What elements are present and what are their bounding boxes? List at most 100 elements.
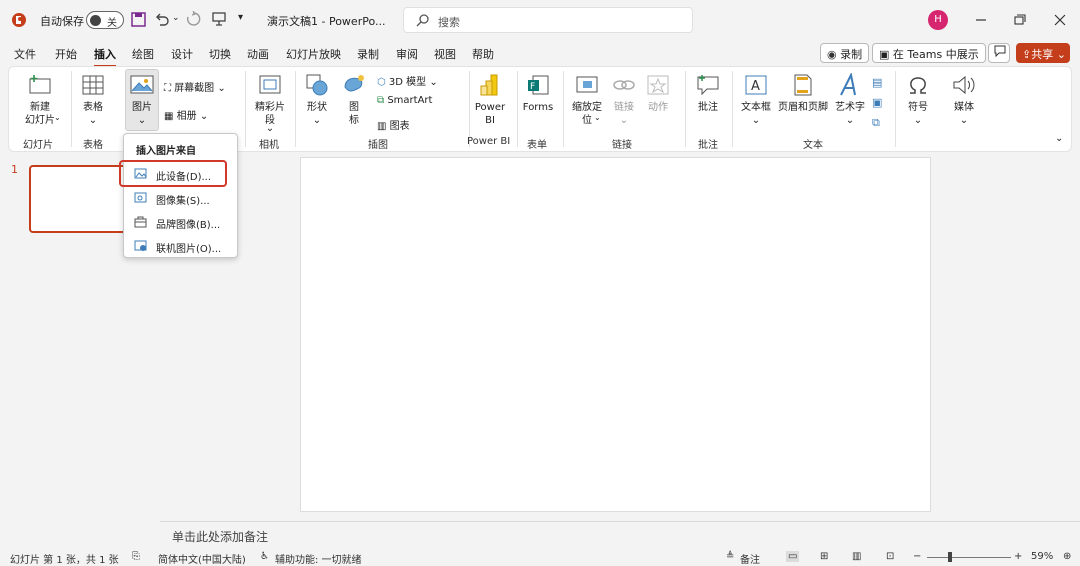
share-button[interactable]: ⇪共享 ⌄ [1016, 43, 1070, 63]
fit-to-window-icon[interactable]: ⊕ [1063, 551, 1071, 562]
media-button[interactable]: 媒体 ⌄ [949, 73, 979, 127]
teams-present-button[interactable]: ▣ 在 Teams 中展示 [872, 43, 986, 63]
tab-transitions[interactable]: 切换 [209, 46, 231, 62]
autosave-label: 自动保存 [40, 15, 84, 28]
action-button[interactable]: 动作 [645, 73, 671, 114]
forms-icon: F [528, 75, 549, 95]
normal-view-icon[interactable]: ▭ [786, 551, 800, 562]
smartart-button[interactable]: ⧉ SmartArt [377, 95, 432, 106]
zoom-in-icon[interactable]: + [1014, 551, 1022, 562]
forms-button[interactable]: F Forms [521, 73, 555, 114]
search-box[interactable]: 搜索 [403, 7, 693, 33]
tab-file[interactable]: 文件 [14, 46, 36, 62]
chart-button[interactable]: ▥ 图表 [377, 117, 410, 132]
date-time-icon[interactable]: ▤ [872, 73, 882, 93]
customize-toolbar-icon[interactable]: ▾ [238, 12, 243, 23]
object-icon[interactable]: ⧉ [872, 113, 882, 133]
zoom-level[interactable]: 59% [1031, 551, 1053, 562]
comment-label: 批注 [698, 102, 718, 113]
symbol-button[interactable]: 符号 ⌄ [903, 73, 933, 127]
slideshow-icon[interactable]: ⊡ [886, 551, 894, 562]
header-footer-icon [794, 74, 812, 96]
smartart-icon: ⧉ [377, 95, 388, 106]
screenshot-button[interactable]: ⛶ 屏幕截图 ⌄ [164, 79, 226, 94]
add-comment-icon [697, 75, 719, 96]
album-label: 相册 [176, 111, 197, 122]
album-button[interactable]: ▦ 相册 ⌄ [164, 107, 208, 122]
avatar[interactable]: H [928, 10, 948, 30]
tab-animations[interactable]: 动画 [247, 46, 269, 62]
presentation-icon[interactable] [211, 11, 227, 27]
tab-view[interactable]: 视图 [434, 46, 456, 62]
zoom-dropdown-icon[interactable]: ⌄ [594, 113, 601, 122]
tab-draw[interactable]: 绘图 [132, 46, 154, 62]
menu-item-online-pictures[interactable]: 联机图片(O)... [128, 235, 234, 257]
wordart-button[interactable]: 艺术字 ⌄ [833, 71, 867, 127]
restore-icon[interactable] [1011, 12, 1027, 28]
comment-button[interactable]: 批注 [692, 73, 724, 114]
redo-icon[interactable] [185, 11, 201, 27]
save-icon[interactable] [131, 12, 146, 27]
close-icon[interactable] [1052, 12, 1068, 28]
textbox-dropdown-icon: ⌄ [751, 115, 761, 126]
tab-review[interactable]: 审阅 [396, 46, 418, 62]
cameo-button[interactable]: 精彩片 段 ⌄ [250, 73, 290, 135]
notes-placeholder: 单击此处添加备注 [172, 530, 269, 544]
teams-icon: ▣ [879, 48, 893, 61]
tab-slideshow[interactable]: 幻灯片放映 [286, 46, 341, 62]
wordart-icon [840, 71, 856, 96]
comments-button[interactable] [988, 43, 1010, 63]
language-status[interactable]: 简体中文(中国大陆) [158, 551, 246, 566]
insert-picture-menu: 插入图片来自 此设备(D)... 图像集(S)... 品牌图像(B)... 联机… [123, 133, 238, 258]
album-icon: ▦ [164, 111, 177, 122]
3d-model-button[interactable]: ⬡ 3D 模型 ⌄ [377, 73, 438, 88]
icons-label: 图 标 [349, 102, 359, 126]
notes-toggle[interactable]: 备注 [740, 551, 760, 566]
group-camera: 相机 [259, 140, 279, 151]
briefcase-icon [134, 216, 147, 228]
autosave-toggle[interactable]: 关 [86, 11, 124, 29]
new-slide-dropdown-icon[interactable]: ⌄ [54, 113, 61, 122]
shapes-icon [306, 74, 328, 96]
tab-design[interactable]: 设计 [171, 46, 193, 62]
divider [245, 71, 246, 147]
zoom-button[interactable]: 缩放定 位 [567, 73, 607, 127]
reading-view-icon[interactable]: ▥ [852, 551, 861, 562]
group-powerbi: Power BI [467, 136, 511, 147]
icons-button[interactable]: 图 标 [341, 73, 367, 127]
tab-record[interactable]: 录制 [357, 46, 379, 62]
status-bar: 幻灯片 第 1 张，共 1 张 ⎘ 简体中文(中国大陆) ♿ 辅助功能: 一切就… [0, 548, 1080, 566]
header-footer-button[interactable]: 页眉和页脚 [777, 73, 829, 114]
collapse-ribbon-icon[interactable]: ⌄ [1055, 133, 1063, 144]
zoom-out-icon[interactable]: − [913, 551, 921, 562]
powerbi-button[interactable]: Power BI [473, 73, 507, 127]
accessibility-status[interactable]: 辅助功能: 一切就绪 [275, 551, 362, 566]
powerbi-icon [480, 74, 498, 96]
stock-images-icon [134, 192, 147, 203]
shapes-button[interactable]: 形状 ⌄ [303, 73, 331, 127]
tab-insert[interactable]: 插入 [94, 46, 116, 67]
group-forms: 表单 [527, 140, 547, 151]
screenshot-dropdown-icon: ⌄ [214, 83, 226, 94]
slide-canvas[interactable] [300, 157, 931, 512]
table-button[interactable]: 表格 ⌄ [77, 73, 109, 127]
undo-icon[interactable] [154, 11, 170, 27]
menu-item-brand-images[interactable]: 品牌图像(B)... [128, 211, 234, 233]
slide-sorter-icon[interactable]: ⊞ [820, 551, 828, 562]
spellcheck-icon[interactable]: ⎘ [132, 551, 140, 562]
minimize-icon[interactable] [973, 12, 989, 28]
zoom-slider-thumb[interactable] [948, 552, 952, 562]
link-icon [613, 80, 635, 90]
notes-pane[interactable]: 单击此处添加备注 [160, 521, 1080, 547]
picture-button[interactable]: 图片 ⌄ [125, 73, 159, 127]
undo-dropdown-icon[interactable]: ⌄ [172, 13, 180, 23]
tab-home[interactable]: 开始 [55, 46, 77, 62]
zoom-slider[interactable] [927, 557, 1011, 558]
divider [71, 71, 72, 147]
link-button[interactable]: 链接 ⌄ [611, 73, 637, 127]
textbox-button[interactable]: A 文本框 ⌄ [737, 73, 775, 127]
tab-help[interactable]: 帮助 [472, 46, 494, 62]
record-button[interactable]: ◉ 录制 [820, 43, 870, 63]
slide-number-icon[interactable]: ▣ [872, 93, 882, 113]
menu-item-image-collection[interactable]: 图像集(S)... [128, 187, 234, 209]
